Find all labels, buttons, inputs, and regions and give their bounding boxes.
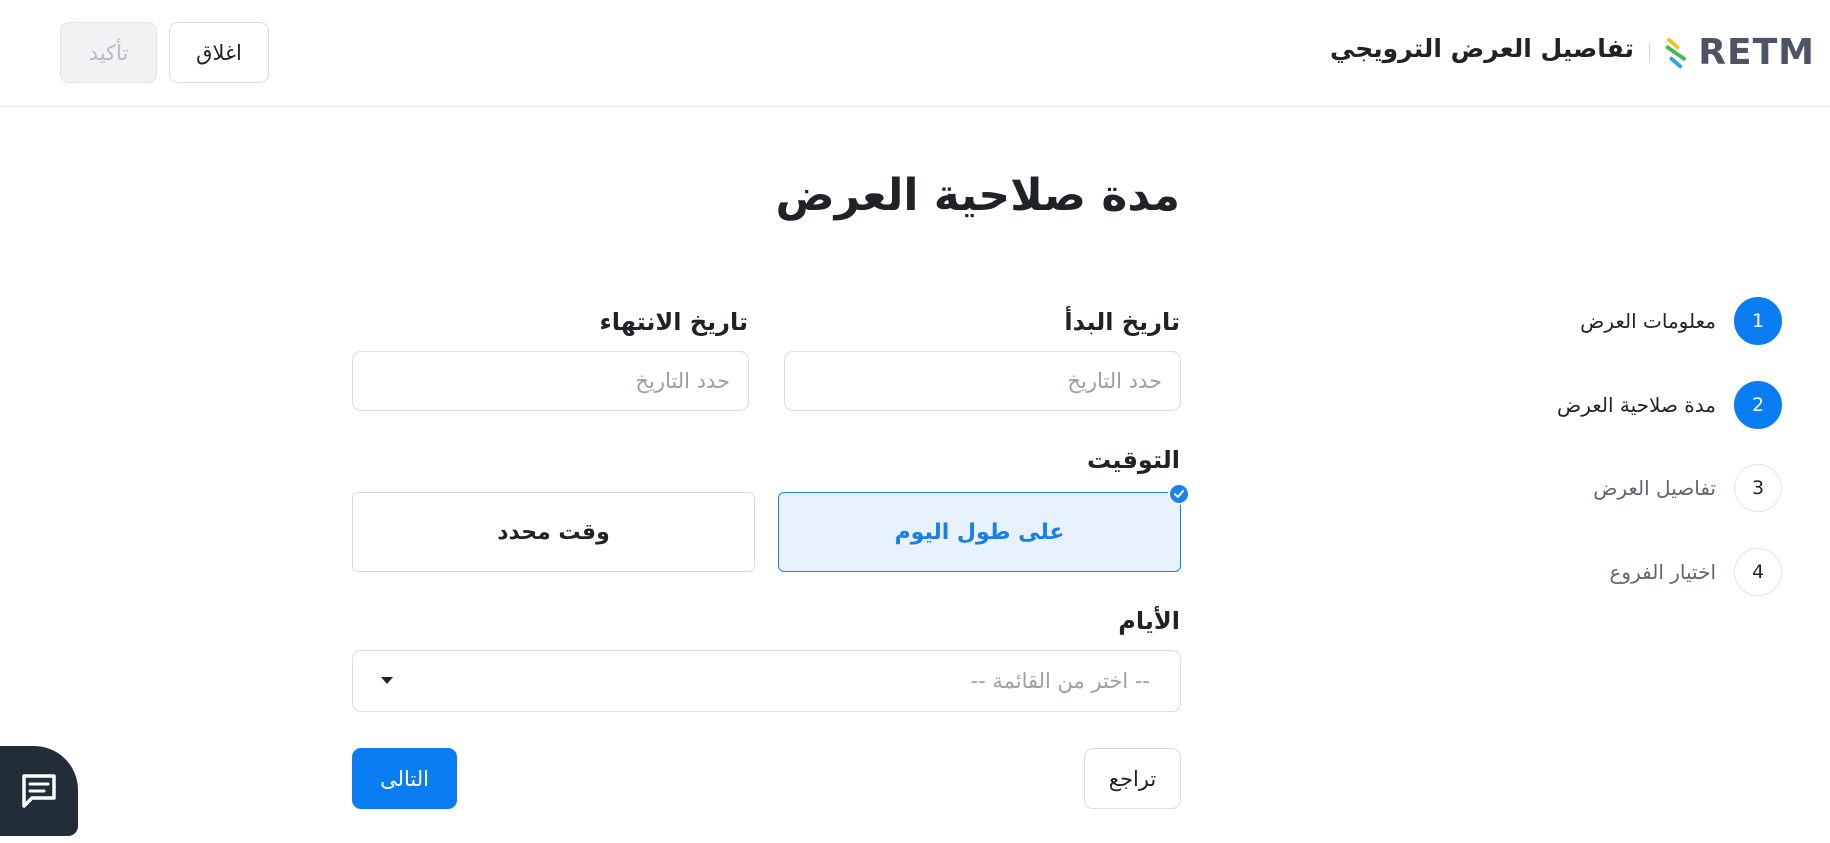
close-button[interactable]: اغلاق [169,22,269,83]
days-label: الأيام [1118,607,1180,635]
step-label: مدة صلاحية العرض [1557,393,1716,417]
step-number: 4 [1734,548,1782,596]
chat-button[interactable] [0,746,78,836]
step-number: 2 [1734,381,1782,429]
start-date-label: تاريخ البدأ [1064,308,1180,336]
top-header: RETM تفاصيل العرض الترويجي اغلاق تأكيد [0,0,1830,107]
timing-option-specific-time[interactable]: وقت محدد [352,492,755,572]
logo-text: RETM [1698,32,1815,73]
back-button[interactable]: تراجع [1084,748,1181,809]
check-icon [1168,483,1190,505]
days-select[interactable]: -- اختر من القائمة -- [352,650,1181,712]
end-date-input[interactable]: حدد التاريخ [352,351,749,411]
step-offer-details[interactable]: 3 تفاصيل العرض [1593,463,1782,513]
days-select-placeholder: -- اختر من القائمة -- [970,669,1150,693]
step-number: 3 [1734,464,1782,512]
end-date-placeholder: حدد التاريخ [635,369,730,393]
step-label: معلومات العرض [1580,309,1716,333]
logo-stripes-icon [1665,37,1686,68]
chat-icon [22,774,56,808]
step-number: 1 [1734,297,1782,345]
timing-option-all-day-label: على طول اليوم [894,519,1065,545]
end-date-label: تاريخ الانتهاء [599,308,748,336]
step-offer-validity[interactable]: 2 مدة صلاحية العرض [1557,380,1782,430]
page-title: مدة صلاحية العرض [775,170,1180,221]
caret-down-icon [381,677,393,684]
header-divider [1649,43,1650,63]
step-branch-selection[interactable]: 4 اختيار الفروع [1609,547,1782,597]
timing-option-specific-time-label: وقت محدد [497,519,610,545]
timing-label: التوقيت [1087,446,1180,474]
step-label: تفاصيل العرض [1593,476,1716,500]
retm-logo[interactable]: RETM [1665,25,1815,80]
next-button[interactable]: التالى [352,748,457,809]
header-title: تفاصيل العرض الترويجي [1329,34,1634,63]
confirm-button[interactable]: تأكيد [60,22,157,83]
timing-option-all-day[interactable]: على طول اليوم [778,492,1181,572]
start-date-placeholder: حدد التاريخ [1067,369,1162,393]
start-date-input[interactable]: حدد التاريخ [784,351,1181,411]
step-offer-info[interactable]: 1 معلومات العرض [1580,296,1782,346]
step-label: اختيار الفروع [1609,560,1717,584]
